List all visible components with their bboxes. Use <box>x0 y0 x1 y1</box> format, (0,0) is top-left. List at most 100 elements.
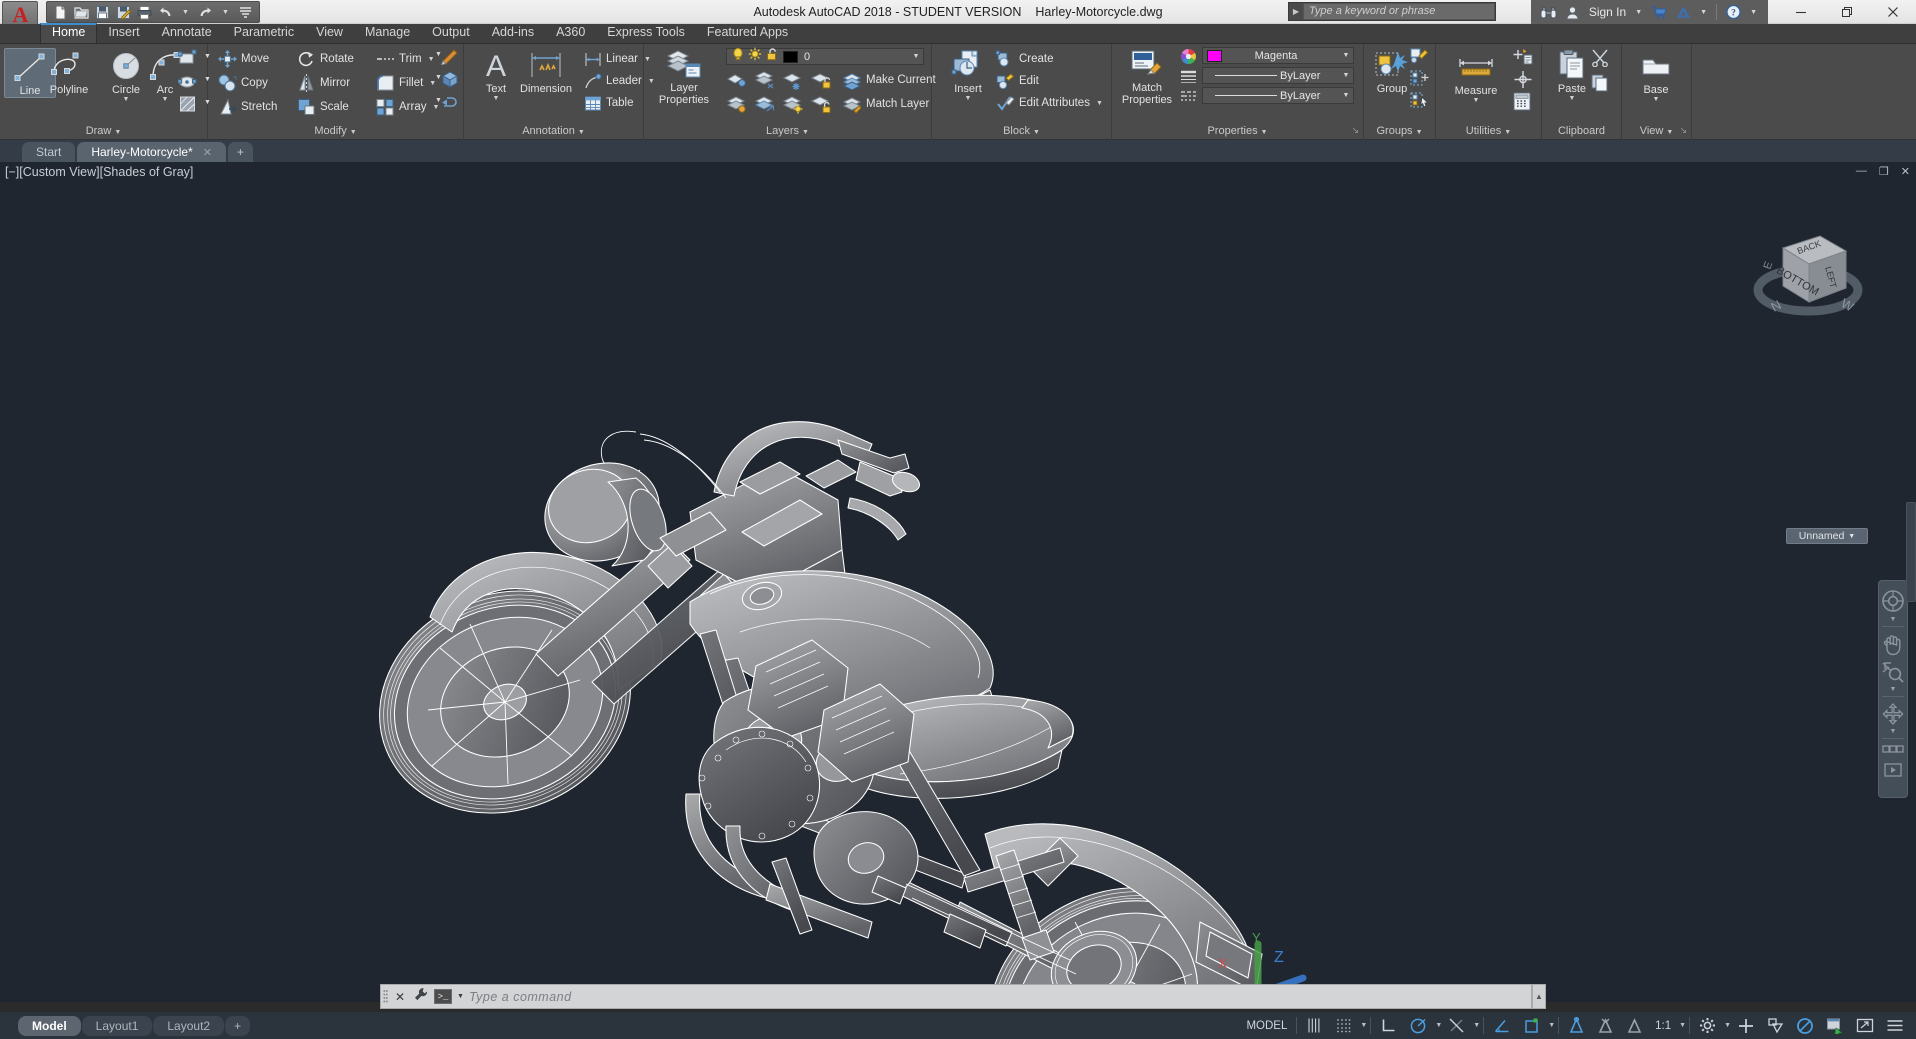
help-icon[interactable]: ? <box>1721 1 1745 23</box>
circle-dropdown-icon[interactable]: ▼ <box>123 96 130 103</box>
lineweight-icon[interactable] <box>1180 69 1197 90</box>
cut-scissors-icon[interactable] <box>1590 49 1610 72</box>
text-dropdown-icon[interactable]: ▼ <box>493 95 500 102</box>
trim-button[interactable]: Trim ▼ <box>374 49 437 69</box>
polar-tracking-icon[interactable] <box>1403 1012 1433 1039</box>
mirror-button[interactable]: Mirror <box>295 73 352 93</box>
zoom-dropdown-icon[interactable]: ▼ <box>1890 686 1897 693</box>
arc-dropdown-icon[interactable]: ▼ <box>162 96 169 103</box>
insert-button[interactable]: Insert ▼ <box>942 47 994 102</box>
pan-hand-icon[interactable] <box>1880 630 1906 658</box>
stretch-button[interactable]: Stretch <box>216 97 279 117</box>
layer-unisolate-icon[interactable] <box>726 94 748 119</box>
layer-unlock-icon[interactable] <box>765 47 779 66</box>
ucs-selector[interactable]: Unnamed ▼ <box>1786 528 1868 544</box>
tab-featured-apps[interactable]: Featured Apps <box>696 23 799 43</box>
osnap-tracking-dropdown-icon[interactable]: ▼ <box>1473 1022 1480 1029</box>
block-panel-dropdown-icon[interactable]: ▼ <box>1033 129 1040 136</box>
restore-button[interactable] <box>1824 0 1870 24</box>
isolate-objects-icon[interactable] <box>1761 1012 1790 1039</box>
autodesk-store-cart-icon[interactable] <box>1647 1 1671 23</box>
zoom-icon[interactable] <box>1880 658 1906 686</box>
modify-panel-dropdown-icon[interactable]: ▼ <box>350 129 357 136</box>
object-color-selector[interactable]: Magenta ▼ <box>1202 47 1354 64</box>
3d-solid-edit-dropdown-icon[interactable]: ▼ <box>430 74 447 81</box>
new-layout-button[interactable]: + <box>225 1016 250 1036</box>
block-create-button[interactable]: Create <box>994 49 1056 69</box>
ortho-mode-icon[interactable] <box>1374 1012 1403 1039</box>
layer-dropdown-icon[interactable]: ▼ <box>909 53 923 60</box>
match-layer-button[interactable]: Match Layer <box>840 94 931 114</box>
layout-tab-layout2[interactable]: Layout2 <box>153 1016 224 1036</box>
customization-icon[interactable] <box>1880 1012 1910 1039</box>
panel-label-draw[interactable]: Draw▼ <box>0 123 207 140</box>
panel-label-view[interactable]: View▼ ↘ <box>1622 123 1691 140</box>
viewport-scroll-gutter[interactable] <box>1906 502 1916 602</box>
snap-mode-icon[interactable] <box>1329 1012 1358 1039</box>
group-add-icon[interactable] <box>1410 70 1430 92</box>
panel-label-block[interactable]: Block▼ <box>932 123 1111 140</box>
layer-thaw-all-icon[interactable] <box>754 94 776 119</box>
base-button[interactable]: Base ▼ <box>1630 48 1682 103</box>
polyline-button[interactable]: Polyline <box>40 48 98 96</box>
color-dropdown-icon[interactable]: ▼ <box>1339 52 1353 59</box>
panel-label-clipboard[interactable]: Clipboard <box>1542 123 1621 140</box>
layout-tab-layout1[interactable]: Layout1 <box>82 1016 153 1036</box>
groups-panel-dropdown-icon[interactable]: ▼ <box>1416 129 1423 136</box>
autodesk-app-dropdown-icon[interactable]: ▼ <box>1695 9 1712 16</box>
base-dropdown-icon[interactable]: ▼ <box>1653 96 1660 103</box>
steering-wheel-dropdown-icon[interactable]: ▼ <box>1890 616 1897 623</box>
view-dialog-launcher-icon[interactable]: ↘ <box>1679 122 1687 138</box>
make-current-button[interactable]: Make Current <box>840 70 938 90</box>
panel-label-modify[interactable]: Modify▼ <box>208 123 463 140</box>
file-tab-start[interactable]: Start <box>22 142 75 162</box>
grid-display-icon[interactable] <box>1300 1012 1329 1039</box>
edit-polyline-dropdown-icon[interactable]: ▼ <box>430 51 447 58</box>
quick-select-icon[interactable] <box>1512 48 1534 72</box>
search-input[interactable]: Type a keyword or phrase <box>1303 3 1495 20</box>
panel-label-utilities[interactable]: Utilities▼ <box>1436 123 1541 140</box>
tab-view[interactable]: View <box>305 23 354 43</box>
help-dropdown-icon[interactable]: ▼ <box>1745 9 1762 16</box>
dynamic-ucs-icon[interactable] <box>1487 1012 1517 1039</box>
properties-dialog-launcher-icon[interactable]: ↘ <box>1351 122 1359 138</box>
block-edit-button[interactable]: Edit <box>994 71 1041 91</box>
close-button[interactable] <box>1870 0 1916 24</box>
layers-panel-dropdown-icon[interactable]: ▼ <box>802 129 809 136</box>
panel-label-annotation[interactable]: Annotation▼ <box>464 123 643 140</box>
close-icon[interactable]: ✕ <box>203 146 212 159</box>
object-snap-tracking-icon[interactable] <box>1442 1012 1471 1039</box>
annotation-autoscale-icon[interactable] <box>1591 1012 1620 1039</box>
drawing-area[interactable]: [−][Custom View][Shades of Gray] — ❐ ✕ <box>0 162 1916 1002</box>
layer-properties-button[interactable]: Layer Properties <box>652 46 716 106</box>
scale-button[interactable]: Scale <box>295 97 351 117</box>
layout-tab-model[interactable]: Model <box>18 1016 81 1036</box>
linetype-icon[interactable] <box>1180 89 1197 110</box>
model-space-toggle[interactable]: MODEL <box>1240 1012 1293 1039</box>
extrude-dropdown-icon[interactable]: ▼ <box>430 97 447 104</box>
orbit-icon[interactable] <box>1880 700 1906 728</box>
steering-wheel-icon[interactable] <box>1880 586 1906 616</box>
color-wheel-icon[interactable] <box>1180 48 1197 70</box>
panel-label-properties[interactable]: Properties▼ ↘ <box>1112 123 1363 140</box>
dimension-button[interactable]: Dimension <box>512 47 580 95</box>
calculator-icon[interactable] <box>1512 92 1532 116</box>
help-search-box[interactable]: ▶ Type a keyword or phrase <box>1288 2 1496 21</box>
workspace-gear-icon[interactable] <box>1693 1012 1722 1039</box>
sign-in-dropdown-icon[interactable]: ▼ <box>1630 9 1647 16</box>
showmotion-play-icon[interactable] <box>1880 760 1906 780</box>
draw-panel-dropdown-icon[interactable]: ▼ <box>114 129 121 136</box>
layer-thaw-sun-icon[interactable] <box>748 47 762 66</box>
linear-dim-button[interactable]: Linear ▼ <box>582 49 653 69</box>
layer-off-icon[interactable] <box>782 70 804 95</box>
tab-parametric[interactable]: Parametric <box>223 23 305 43</box>
copy-button[interactable]: Copy <box>216 73 270 93</box>
showmotion-icon[interactable] <box>1880 742 1906 760</box>
linetype-dropdown-icon[interactable]: ▼ <box>1339 92 1353 99</box>
tab-express-tools[interactable]: Express Tools <box>596 23 696 43</box>
fullscreen-toggle-icon[interactable] <box>1850 1012 1880 1039</box>
insert-dropdown-icon[interactable]: ▼ <box>965 95 972 102</box>
tab-annotate[interactable]: Annotate <box>151 23 223 43</box>
layer-unlock-all-icon[interactable] <box>810 94 832 119</box>
layer-on-bulb-icon[interactable] <box>731 47 745 66</box>
